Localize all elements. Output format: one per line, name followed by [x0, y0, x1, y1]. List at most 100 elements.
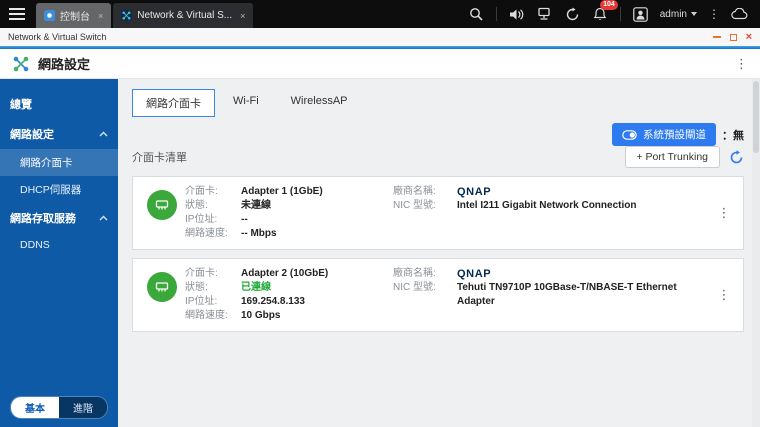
- gateway-button-label: 系統預設閘道: [643, 127, 706, 142]
- scrollbar[interactable]: [752, 79, 760, 427]
- vendor-field-values: QNAP Tehuti TN9710P 10GBase-T/NBASE-T Et…: [457, 267, 711, 309]
- adapter-field-values: Adapter 1 (1GbE) 未連線 -- -- Mbps: [241, 185, 393, 241]
- sidebar-item-label: 總覽: [10, 96, 32, 112]
- divider: [620, 7, 621, 21]
- taskbar-tab-network-virtual-switch[interactable]: Network & Virtual S... ×: [113, 3, 253, 28]
- nic-model: Intel I211 Gigabit Network Connection: [457, 199, 711, 213]
- scrollbar-thumb[interactable]: [753, 81, 759, 153]
- vendor-field-values: QNAP Intel I211 Gigabit Network Connecti…: [457, 185, 711, 213]
- list-header-row: 介面卡清單 + Port Trunking: [132, 146, 744, 168]
- minimize-button[interactable]: [713, 32, 721, 42]
- field-label: NIC 型號:: [393, 281, 457, 295]
- adapter-icon-wrap: [139, 185, 185, 220]
- sidebar-item-label: 網路設定: [10, 126, 54, 142]
- dashboard-button[interactable]: [731, 6, 748, 23]
- close-tab-icon[interactable]: ×: [98, 11, 103, 21]
- close-window-button[interactable]: ×: [746, 32, 752, 42]
- user-profile-button[interactable]: [632, 6, 649, 23]
- tab-wifi[interactable]: Wi-Fi: [219, 89, 273, 117]
- content-panel: 網路介面卡 Wi-Fi WirelessAP 系統預設閘道 ：無 介面卡清單 +…: [118, 79, 760, 427]
- external-device-button[interactable]: [536, 6, 553, 23]
- close-tab-icon[interactable]: ×: [240, 11, 245, 21]
- sidebar-item-label: DDNS: [20, 239, 50, 251]
- adapter-status-icon: [147, 272, 177, 302]
- tab-wireless-ap[interactable]: WirelessAP: [277, 89, 362, 117]
- adapter-menu-button[interactable]: ⋮: [711, 205, 737, 221]
- network-switch-icon: [121, 10, 132, 21]
- divider: [496, 7, 497, 21]
- sidebar-item-ddns[interactable]: DDNS: [0, 233, 118, 257]
- advanced-mode-button[interactable]: 進階: [59, 397, 107, 418]
- sidebar-item-label: DHCP伺服器: [20, 184, 81, 196]
- volume-button[interactable]: [508, 6, 525, 23]
- field-label: 狀態:: [185, 199, 241, 213]
- adapter-status: 已連線: [241, 281, 393, 295]
- search-button[interactable]: [468, 6, 485, 23]
- adapter-ip: 169.254.8.133: [241, 295, 393, 309]
- window-titlebar: Network & Virtual Switch ×: [0, 28, 760, 46]
- tab-network-interface[interactable]: 網路介面卡: [132, 89, 215, 117]
- field-label: 狀態:: [185, 281, 241, 295]
- page-title: 網路設定: [38, 54, 90, 73]
- notification-badge: 104: [600, 0, 618, 10]
- nic-model: Tehuti TN9710P 10GBase-T/NBASE-T Etherne…: [457, 281, 711, 309]
- vendor-name: QNAP: [457, 267, 711, 281]
- sidebar-group-network-settings[interactable]: 網路設定: [0, 119, 118, 149]
- app-more-button[interactable]: ⋮: [735, 56, 748, 72]
- sidebar-group-network-access[interactable]: 網路存取服務: [0, 203, 118, 233]
- tab-label: Network & Virtual S...: [137, 10, 232, 21]
- cloud-dashboard-icon: [731, 8, 748, 20]
- app-header: 網路設定 ⋮: [0, 49, 760, 79]
- restore-button[interactable]: [730, 32, 737, 42]
- field-label: 廠商名稱:: [393, 185, 457, 199]
- port-trunking-button[interactable]: + Port Trunking: [625, 146, 721, 168]
- background-tasks-button[interactable]: [564, 6, 581, 23]
- chevron-down-icon: [691, 12, 697, 16]
- admin-label: admin: [660, 9, 687, 20]
- sidebar-footer: 基本 進階: [0, 397, 118, 418]
- adapter-status: 未連線: [241, 199, 393, 213]
- field-label: 介面卡:: [185, 267, 241, 281]
- system-default-gateway-button[interactable]: 系統預設閘道: [612, 123, 716, 146]
- search-icon: [469, 7, 483, 21]
- main-menu-button[interactable]: [0, 0, 34, 28]
- adapter-menu-button[interactable]: ⋮: [711, 287, 737, 303]
- adapter-status-icon: [147, 190, 177, 220]
- adapter-field-values: Adapter 2 (10GbE) 已連線 169.254.8.133 10 G…: [241, 267, 393, 323]
- network-settings-app-icon: [12, 55, 30, 73]
- sidebar-item-dhcp-server[interactable]: DHCP伺服器: [0, 176, 118, 203]
- field-label: 網路速度:: [185, 227, 241, 241]
- gateway-row: 系統預設閘道 ：無: [132, 123, 744, 146]
- basic-mode-button[interactable]: 基本: [11, 397, 59, 418]
- content-tabs: 網路介面卡 Wi-Fi WirelessAP: [132, 89, 744, 117]
- background-tasks-icon: [565, 7, 580, 22]
- sidebar-item-label: 網路介面卡: [20, 157, 73, 169]
- qnap-desktop: 控制台 × Network & Virtual S... ×: [0, 0, 760, 427]
- refresh-button[interactable]: [729, 150, 744, 165]
- field-label: 網路速度:: [185, 309, 241, 323]
- topbar-more-button[interactable]: ⋮: [708, 7, 720, 21]
- sidebar-item-network-interface[interactable]: 網路介面卡: [0, 149, 118, 176]
- gateway-value: ：無: [722, 127, 744, 143]
- chevron-up-icon: [99, 131, 108, 137]
- adapter-list-title: 介面卡清單: [132, 149, 187, 165]
- sidebar: 總覽 網路設定 網路介面卡 DHCP伺服器 網路存取服務 DDN: [0, 79, 118, 427]
- minimize-icon: [713, 36, 721, 38]
- vendor-name: QNAP: [457, 185, 711, 199]
- adapter-icon-wrap: [139, 267, 185, 302]
- sidebar-item-overview[interactable]: 總覽: [0, 89, 118, 119]
- toggle-icon: [622, 130, 637, 140]
- external-device-icon: [537, 7, 551, 21]
- admin-menu[interactable]: admin: [660, 9, 697, 20]
- field-label: 廠商名稱:: [393, 267, 457, 281]
- adapter-name: Adapter 2 (10GbE): [241, 267, 393, 281]
- notifications-button[interactable]: 104: [592, 6, 609, 23]
- main-area: 總覽 網路設定 網路介面卡 DHCP伺服器 網路存取服務 DDN: [0, 79, 760, 427]
- list-actions: + Port Trunking: [625, 146, 745, 168]
- volume-icon: [509, 8, 524, 21]
- topbar-left: 控制台 × Network & Virtual S... ×: [0, 0, 253, 28]
- chevron-up-icon: [99, 215, 108, 221]
- hamburger-icon: [9, 8, 25, 20]
- taskbar-tab-control-panel[interactable]: 控制台 ×: [36, 3, 111, 28]
- adapter-field-labels: 介面卡: 狀態: IP位址: 網路速度:: [185, 267, 241, 323]
